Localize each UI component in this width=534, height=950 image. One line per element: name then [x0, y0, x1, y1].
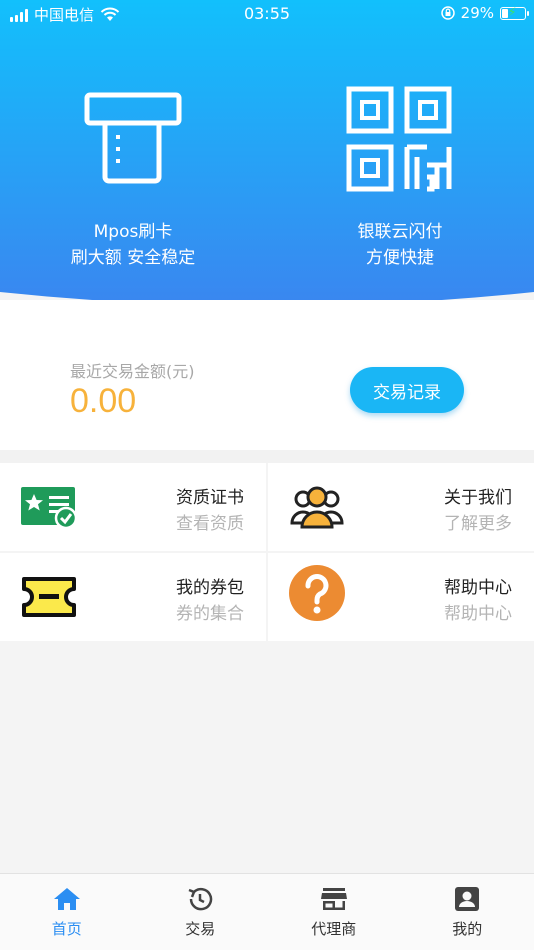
tab-agents[interactable]: 代理商: [267, 874, 401, 950]
tab-profile[interactable]: 我的: [401, 874, 534, 950]
transaction-history-button[interactable]: 交易记录: [350, 367, 464, 413]
help-center-subtitle: 帮助中心: [444, 604, 512, 624]
orientation-lock-icon: [440, 6, 455, 20]
mpos-subtitle: 刷大额 安全稳定: [70, 248, 196, 268]
tab-home-label: 首页: [51, 920, 82, 938]
store-icon: [320, 888, 347, 910]
certificate-subtitle: 查看资质: [176, 514, 244, 534]
history-icon: [188, 887, 213, 911]
about-us-subtitle: 了解更多: [444, 514, 512, 534]
help-center-title: 帮助中心: [444, 578, 512, 598]
battery-icon: ⚡: [500, 5, 529, 20]
tab-agents-label: 代理商: [311, 920, 357, 938]
card-reader-icon: [84, 92, 182, 184]
recent-transaction-summary: 最近交易金额(元) 0.00 交易记录: [0, 300, 534, 450]
hero-banner: 中国电信 03:55 29% ⚡ Mpos刷卡 刷大额 安全稳定 银联云闪付 方…: [0, 0, 534, 300]
coupon-wallet-title: 我的券包: [176, 578, 244, 598]
battery-percent: 29%: [460, 4, 494, 22]
recent-amount-value: 0.00: [70, 382, 137, 420]
quickpass-subtitle: 方便快捷: [366, 248, 434, 268]
home-icon: [53, 888, 80, 910]
profile-icon: [455, 887, 480, 911]
help-icon: [289, 565, 345, 621]
about-us-card[interactable]: 关于我们 了解更多: [268, 463, 534, 551]
help-center-card[interactable]: 帮助中心 帮助中心: [268, 553, 534, 641]
certificate-card[interactable]: 资质证书 查看资质: [0, 463, 266, 551]
about-us-title: 关于我们: [444, 488, 512, 508]
recent-amount-label: 最近交易金额(元): [70, 362, 195, 381]
certificate-icon: [21, 487, 78, 529]
tab-profile-label: 我的: [452, 920, 483, 938]
quickpass-title: 银联云闪付: [357, 222, 443, 242]
mpos-swipe-button[interactable]: Mpos刷卡 刷大额 安全稳定: [33, 85, 233, 271]
coupon-wallet-card[interactable]: 我的券包 券的集合: [0, 553, 266, 641]
status-bar: 中国电信 03:55 29% ⚡: [0, 0, 534, 30]
coupon-wallet-subtitle: 券的集合: [176, 604, 244, 624]
bottom-tab-bar: 首页 交易 代理商 我的: [0, 873, 534, 950]
mpos-title: Mpos刷卡: [93, 222, 173, 242]
tab-transactions-label: 交易: [185, 920, 216, 938]
unionpay-quickpass-button[interactable]: 银联云闪付 方便快捷: [300, 85, 500, 271]
qr-code-icon: [346, 86, 452, 192]
tab-home[interactable]: 首页: [0, 874, 134, 950]
ticket-icon: [22, 577, 76, 617]
certificate-title: 资质证书: [176, 488, 244, 508]
section-divider: [0, 450, 534, 463]
team-icon: [290, 486, 344, 529]
tab-transactions[interactable]: 交易: [134, 874, 268, 950]
